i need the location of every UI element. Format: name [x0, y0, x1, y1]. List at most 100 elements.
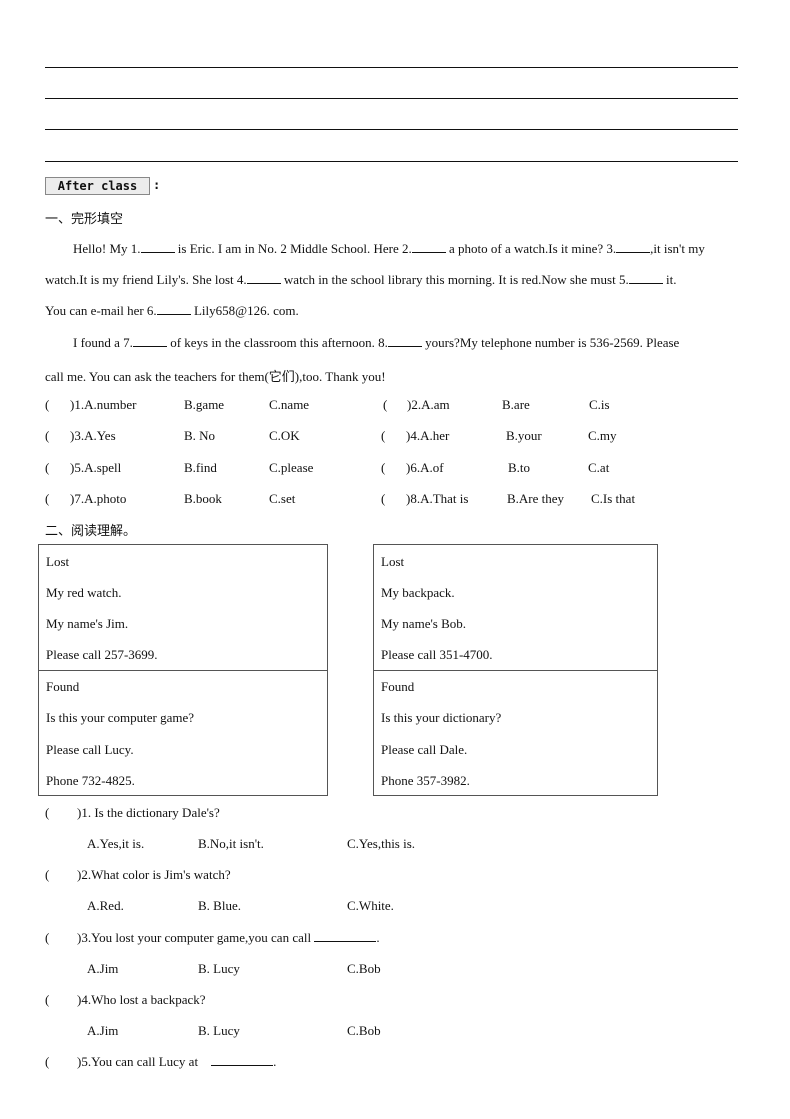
answer-paren[interactable]: (	[383, 397, 387, 413]
notice-line: My name's Jim.	[46, 616, 129, 631]
blank-5[interactable]	[628, 272, 663, 284]
option-a: A.Jim	[87, 961, 119, 976]
question-text: )5.You can call Lucy at .	[77, 1054, 276, 1070]
answer-line[interactable]	[45, 98, 738, 99]
answer-paren[interactable]: (	[45, 397, 49, 413]
answer-paren[interactable]: (	[45, 1054, 49, 1070]
cloze-passage-line: I found a 7. of keys in the classroom th…	[73, 335, 679, 351]
answer-paren[interactable]: (	[381, 428, 385, 444]
notice-line: Phone 357-3982.	[381, 773, 470, 788]
answer-paren[interactable]: (	[45, 428, 49, 444]
notice-found-heading: Found	[381, 679, 415, 694]
option-a: )3.A.Yes	[70, 428, 116, 443]
option-c: C.Is that	[591, 491, 636, 506]
option-b: B.to	[508, 460, 531, 475]
blank-3[interactable]	[616, 241, 651, 253]
notice-line: My name's Bob.	[381, 616, 467, 631]
question-text: )2.What color is Jim's watch?	[77, 867, 231, 882]
answer-paren[interactable]: (	[45, 992, 49, 1008]
notice-line: Is this your computer game?	[46, 710, 195, 725]
question-text: )1. Is the dictionary Dale's?	[77, 805, 220, 820]
option-a: )1.A.number	[70, 397, 137, 412]
text: it.	[662, 272, 677, 287]
after-class-colon: :	[153, 178, 161, 192]
blank-4[interactable]	[246, 272, 281, 284]
answer-line[interactable]	[45, 67, 738, 68]
option-c: C.is	[589, 397, 610, 412]
answer-blank[interactable]	[211, 1054, 274, 1066]
option-b: B. Blue.	[198, 898, 241, 913]
option-c: C.OK	[269, 428, 300, 443]
text: .	[273, 1054, 277, 1069]
notice-line: My backpack.	[381, 585, 455, 600]
option-b: B.your	[506, 428, 542, 443]
answer-paren[interactable]: (	[381, 460, 385, 476]
blank-1[interactable]	[140, 241, 175, 253]
option-a: A.Jim	[87, 1023, 119, 1038]
answer-paren[interactable]: (	[45, 805, 49, 821]
cloze-passage-line: call me. You can ask the teachers for th…	[45, 369, 386, 384]
notice-line: Is this your dictionary?	[381, 710, 502, 725]
option-c: C.name	[269, 397, 310, 412]
option-b: B. Lucy	[198, 1023, 240, 1038]
option-a: )8.A.That is	[406, 491, 469, 506]
option-a: )5.A.spell	[70, 460, 122, 475]
answer-line[interactable]	[45, 129, 738, 130]
text: watch in the school library this morning…	[280, 272, 629, 287]
option-b: B.No,it isn't.	[198, 836, 264, 851]
text: .	[376, 930, 380, 945]
option-a: A.Red.	[87, 898, 124, 913]
notice-divider	[374, 670, 657, 671]
text: )5.You can call Lucy at	[77, 1054, 199, 1069]
option-b: B.book	[184, 491, 222, 506]
text: of keys in the classroom this afternoon.…	[166, 335, 388, 350]
notice-box-right: Lost My backpack. My name's Bob. Please …	[373, 544, 658, 796]
option-a: )2.A.am	[407, 397, 450, 412]
option-b: B.find	[184, 460, 217, 475]
notice-line: Please call Dale.	[381, 742, 468, 757]
option-b: B.game	[184, 397, 225, 412]
notice-divider	[39, 670, 327, 671]
notice-lost-heading: Lost	[381, 554, 405, 569]
notice-line: My red watch.	[46, 585, 122, 600]
answer-paren[interactable]: (	[381, 491, 385, 507]
notice-line: Please call Lucy.	[46, 742, 134, 757]
cloze-passage-line: watch.It is my friend Lily's. She lost 4…	[45, 272, 676, 288]
text: a photo of a watch.Is it mine? 3.	[445, 241, 617, 256]
answer-paren[interactable]: (	[45, 491, 49, 507]
answer-paren[interactable]: (	[45, 867, 49, 883]
blank-6[interactable]	[156, 303, 191, 315]
notice-line: Phone 732-4825.	[46, 773, 135, 788]
option-c: C.Yes,this is.	[347, 836, 416, 851]
option-a: )7.A.photo	[70, 491, 127, 506]
option-c: C.please	[269, 460, 314, 475]
text: You can e-mail her 6.	[45, 303, 157, 318]
notice-found-heading: Found	[46, 679, 80, 694]
notice-line: Please call 351-4700.	[381, 647, 493, 662]
answer-paren[interactable]: (	[45, 460, 49, 476]
question-text: )4.Who lost a backpack?	[77, 992, 206, 1007]
text: )3.You lost your computer game,you can c…	[77, 930, 312, 945]
text: yours?My telephone number is 536-2569. P…	[421, 335, 680, 350]
answer-line[interactable]	[45, 161, 738, 162]
option-b: B.are	[502, 397, 530, 412]
text: Lily658@126. com.	[190, 303, 299, 318]
text: ,it isn't my	[650, 241, 705, 256]
cloze-passage-line: You can e-mail her 6. Lily658@126. com.	[45, 303, 299, 319]
option-c: C.White.	[347, 898, 394, 913]
question-text: )3.You lost your computer game,you can c…	[77, 930, 380, 946]
reading-section-title: 二、阅读理解。	[45, 524, 137, 539]
option-b: B.Are they	[507, 491, 565, 506]
blank-2[interactable]	[411, 241, 446, 253]
option-c: C.Bob	[347, 961, 381, 976]
blank-7[interactable]	[132, 335, 167, 347]
option-c: C.set	[269, 491, 296, 506]
answer-paren[interactable]: (	[45, 930, 49, 946]
answer-blank[interactable]	[314, 930, 377, 942]
text: watch.It is my friend Lily's. She lost 4…	[45, 272, 247, 287]
option-c: C.Bob	[347, 1023, 381, 1038]
cloze-section-title: 一、完形填空	[45, 212, 124, 227]
option-c: C.at	[588, 460, 610, 475]
blank-8[interactable]	[387, 335, 422, 347]
notice-lost-heading: Lost	[46, 554, 70, 569]
